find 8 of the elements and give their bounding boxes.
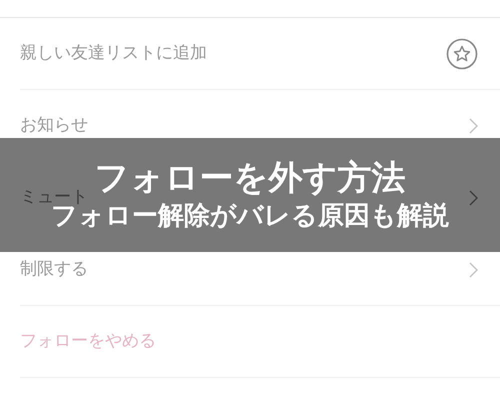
menu-item[interactable]: 制限する: [20, 260, 88, 279]
chevron-right-icon: [469, 118, 478, 134]
chevron-right-icon: [469, 262, 478, 278]
menu-item[interactable]: 親しい友達リストに追加: [20, 44, 207, 63]
chevron-right-icon: [469, 190, 478, 206]
menu-item[interactable]: お知らせ: [20, 116, 88, 135]
banner-title: フォローを外す方法: [94, 158, 406, 198]
menu-item[interactable]: フォローをやめる: [20, 332, 156, 351]
